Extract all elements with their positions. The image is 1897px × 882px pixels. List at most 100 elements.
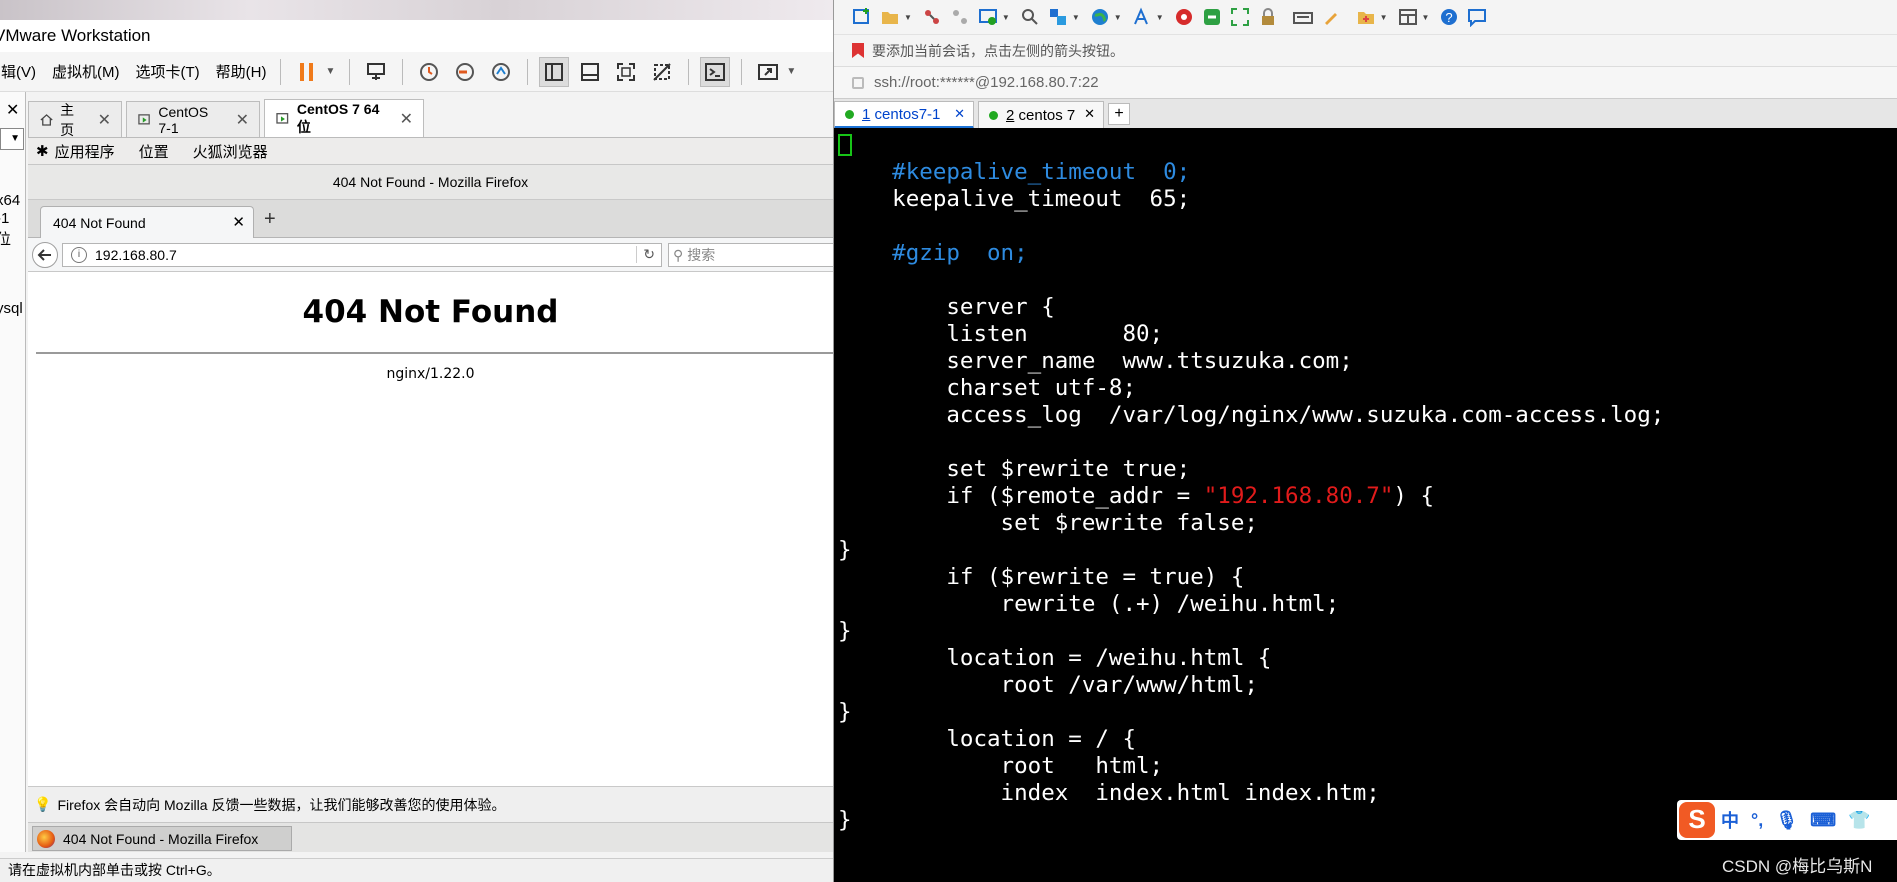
connect-icon[interactable]	[921, 6, 943, 28]
chat-icon[interactable]	[1466, 6, 1488, 28]
thumbnail-bar-icon[interactable]	[575, 57, 605, 87]
chevron-down-icon[interactable]: ▼	[1002, 13, 1010, 22]
show-library-icon[interactable]	[539, 56, 570, 87]
terminal-line: set $rewrite false;	[838, 510, 1258, 537]
menu-help[interactable]: 帮助(H)	[216, 61, 267, 82]
url-bar[interactable]: i 192.168.80.7 ↻	[62, 243, 662, 267]
new-tab-button[interactable]: +	[1108, 103, 1130, 125]
tab-number: 2	[1006, 107, 1015, 124]
microphone-icon[interactable]: 🎙	[1775, 810, 1798, 831]
library-item-fragment[interactable]: 位	[0, 228, 11, 249]
tab-centos7-64[interactable]: CentOS 7 64 位 ✕	[264, 99, 424, 137]
keyboard-icon[interactable]: ⌨	[1810, 810, 1836, 831]
xftp-icon[interactable]	[1173, 6, 1195, 28]
close-icon[interactable]: ✕	[98, 110, 111, 130]
taskbar-item[interactable]: 404 Not Found - Mozilla Firefox	[32, 826, 292, 851]
chevron-down-icon[interactable]: ▼	[786, 66, 796, 77]
terminal-text: }	[838, 537, 852, 563]
arrow-left-icon	[37, 249, 51, 261]
divider	[36, 352, 833, 354]
menu-firefox[interactable]: 火狐浏览器	[193, 141, 268, 162]
firefox-navbar: i 192.168.80.7 ↻ ⚲ 搜索	[28, 238, 833, 272]
font-icon[interactable]	[1131, 6, 1153, 28]
menu-applications[interactable]: 应用程序	[55, 141, 115, 162]
console-view-icon[interactable]	[700, 56, 731, 87]
desktop: VMware Workstation 编辑(V) 虚拟机(M) 选项卡(T) 帮…	[0, 0, 1897, 882]
stretch-guest-icon[interactable]	[753, 57, 783, 87]
send-ctrl-alt-del-icon[interactable]	[361, 57, 391, 87]
help-icon[interactable]: ?	[1438, 6, 1460, 28]
menu-places[interactable]: 位置	[139, 141, 169, 162]
library-dropdown[interactable]: ▼	[0, 128, 24, 150]
disconnect-icon[interactable]	[949, 6, 971, 28]
pause-icon[interactable]	[292, 57, 322, 87]
ime-mode-label[interactable]: 中	[1721, 807, 1739, 833]
keyboard-icon[interactable]	[1292, 6, 1314, 28]
notification-text: Firefox 会自动向 Mozilla 反馈一些数据，让我们能够改善您的使用体…	[57, 796, 506, 813]
close-icon[interactable]: ✕	[232, 213, 245, 231]
revert-snapshot-icon[interactable]	[450, 57, 480, 87]
background-strip	[0, 0, 833, 20]
back-button[interactable]	[32, 242, 58, 268]
properties-icon[interactable]	[977, 6, 999, 28]
new-tab-icon[interactable]: +	[264, 208, 276, 231]
close-icon[interactable]: ✕	[6, 100, 19, 120]
open-folder-icon[interactable]	[879, 6, 901, 28]
ime-toolbar[interactable]: S 中 °, 🎙 ⌨ 👕	[1677, 800, 1897, 840]
menu-tabs[interactable]: 选项卡(T)	[136, 61, 200, 82]
skin-icon[interactable]: 👕	[1848, 810, 1870, 831]
chevron-down-icon[interactable]: ▼	[1380, 13, 1388, 22]
sogou-icon[interactable]: S	[1679, 802, 1715, 838]
search-input[interactable]: ⚲ 搜索	[668, 243, 833, 267]
library-item-fragment[interactable]: x64	[0, 192, 20, 209]
tab-home[interactable]: 主页 ✕	[28, 101, 122, 138]
close-icon[interactable]: ✕	[1084, 106, 1095, 122]
bookmark-icon[interactable]	[852, 43, 864, 58]
address-bar[interactable]: ssh://root:******@192.168.80.7:22	[834, 66, 1897, 98]
tab-centos7-1[interactable]: CentOS 7-1 ✕	[126, 101, 260, 137]
fullscreen-icon[interactable]	[1229, 6, 1251, 28]
library-item-fragment[interactable]: -1	[0, 210, 9, 227]
menu-vm[interactable]: 虚拟机(M)	[52, 61, 120, 82]
lock-icon[interactable]	[1257, 6, 1279, 28]
unity-icon[interactable]	[647, 57, 677, 87]
close-icon[interactable]: ✕	[400, 109, 413, 129]
chevron-down-icon[interactable]: ▼	[1156, 13, 1164, 22]
toolbar-separator	[280, 58, 282, 85]
info-icon[interactable]: i	[71, 247, 87, 263]
terminal-line: if ($remote_addr = "192.168.80.7") {	[838, 483, 1434, 510]
chevron-down-icon[interactable]: ▼	[325, 66, 335, 77]
library-item-fragment[interactable]: ysql	[0, 300, 23, 317]
toolbar-separator	[349, 58, 351, 85]
toolbar-separator	[688, 58, 690, 85]
reload-icon[interactable]: ↻	[636, 246, 655, 263]
session-tab-1[interactable]: 1 centos7-1 ✕	[834, 101, 974, 129]
menu-edit[interactable]: 编辑(V)	[0, 61, 36, 82]
tab-folder-icon[interactable]	[1355, 6, 1377, 28]
close-icon[interactable]: ✕	[236, 110, 249, 130]
session-tab-2[interactable]: 2 centos 7 ✕	[978, 101, 1104, 129]
chevron-down-icon[interactable]: ▼	[904, 13, 912, 22]
xagent-icon[interactable]	[1201, 6, 1223, 28]
tab-label: centos 7	[1018, 107, 1076, 124]
guest-screen[interactable]: ✱ 应用程序 位置 火狐浏览器 404 Not Found - Mozilla …	[28, 138, 833, 852]
transfer-icon[interactable]	[1047, 6, 1069, 28]
new-session-icon[interactable]	[851, 6, 873, 28]
close-icon[interactable]: ✕	[954, 106, 965, 122]
highlight-icon[interactable]	[1320, 6, 1342, 28]
layout-icon[interactable]	[1397, 6, 1419, 28]
snapshot-manager-icon[interactable]	[486, 57, 516, 87]
terminal-text: access_log /var/log/nginx/www.suzuka.com…	[838, 402, 1665, 428]
terminal-line: charset utf-8;	[838, 375, 1136, 402]
chevron-down-icon[interactable]: ▼	[1114, 13, 1122, 22]
terminal-line: server_name www.ttsuzuka.com;	[838, 348, 1352, 375]
find-icon[interactable]	[1019, 6, 1041, 28]
browser-tab[interactable]: 404 Not Found ✕	[40, 206, 254, 238]
terminal[interactable]: #keepalive_timeout 0; keepalive_timeout …	[834, 128, 1897, 882]
snapshot-icon[interactable]	[414, 57, 444, 87]
punctuation-icon[interactable]: °,	[1751, 810, 1763, 831]
globe-icon[interactable]	[1089, 6, 1111, 28]
chevron-down-icon[interactable]: ▼	[1422, 13, 1430, 22]
full-screen-icon[interactable]	[611, 57, 641, 87]
chevron-down-icon[interactable]: ▼	[1072, 13, 1080, 22]
